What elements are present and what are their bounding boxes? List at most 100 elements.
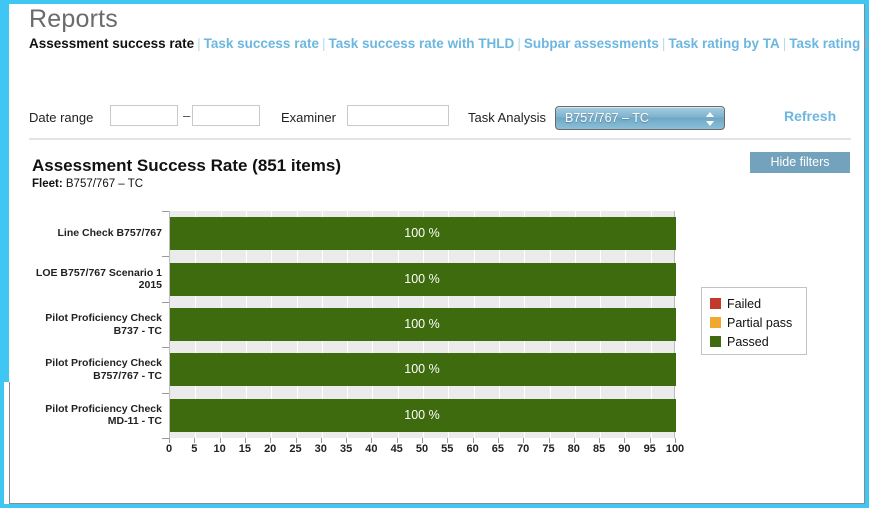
examiner-input[interactable] — [347, 105, 449, 126]
chart-plot-area[interactable]: 100 % 100 % 100 % 100 % 100 % — [169, 211, 676, 438]
chart-x-tick — [523, 438, 525, 443]
chart-category-label: LOE B757/767 Scenario 1 2015 — [17, 267, 162, 292]
chart-x-tick — [472, 438, 474, 443]
chart-x-tick — [320, 438, 322, 443]
fleet-label: Fleet: — [32, 178, 63, 190]
chart-y-tick — [162, 301, 169, 303]
chart-category-label-line: B737 - TC — [113, 324, 162, 337]
chart-x-axis-ticks — [169, 438, 677, 444]
chart-category-label-line: 2015 — [138, 279, 162, 292]
report-content-card: Reports Assessment success rate | Task suc… — [4, 4, 869, 504]
chart-x-tick — [548, 438, 550, 443]
chart-x-tick-label: 35 — [339, 443, 353, 455]
chart-y-tick — [162, 256, 169, 258]
chart-category-labels: Line Check B757/767 LOE B757/767 Scenario… — [14, 211, 162, 438]
nav-link-task-rating-by-ta[interactable]: Task rating by TA — [668, 36, 779, 51]
assessment-success-rate-chart: Line Check B757/767 LOE B757/767 Scenario… — [4, 4, 865, 504]
refresh-link[interactable]: Refresh — [784, 108, 836, 124]
chart-x-tick — [675, 438, 676, 443]
left-accent-stripe — [4, 4, 9, 382]
chart-x-tick-label: 70 — [517, 443, 530, 455]
chart-bar-value-label: 100 % — [404, 317, 440, 331]
chart-x-tick — [599, 438, 601, 443]
chart-subtitle: Fleet: B757/767 – TC — [32, 178, 143, 190]
chart-x-tick-label: 15 — [238, 443, 252, 455]
chart-x-tick-label: 50 — [415, 443, 429, 455]
chart-category-label-line: B757/767 - TC — [93, 369, 162, 382]
chart-y-tick — [162, 438, 169, 439]
report-nav: Assessment success rate | Task success rat… — [29, 33, 869, 54]
report-page-frame: Reports Assessment success rate | Task suc… — [0, 0, 869, 508]
chart-x-tick-label: 90 — [618, 443, 631, 455]
chart-x-tick — [194, 438, 196, 443]
chart-category-label-line: Pilot Proficiency Check — [45, 357, 162, 370]
chart-x-tick — [270, 438, 272, 443]
nav-separator: | — [782, 36, 787, 51]
chart-category-label-line: Pilot Proficiency Check — [45, 402, 162, 415]
right-border-rule — [864, 4, 865, 504]
chart-x-tick — [396, 438, 398, 443]
chart-x-tick — [219, 438, 221, 443]
chart-x-tick-label: 80 — [567, 443, 580, 455]
date-range-dash: – — [183, 108, 191, 123]
nav-separator: | — [197, 36, 201, 51]
chart-y-tick — [162, 392, 169, 394]
legend-item[interactable]: Passed — [710, 332, 806, 351]
nav-link-assessment-success-rate[interactable]: Assessment success rate — [29, 36, 194, 51]
chart-bar-value-label: 100 % — [404, 362, 440, 377]
chart-category-label: Pilot Proficiency Check MD-11 - TC — [17, 403, 162, 428]
chart-x-tick-label: 65 — [491, 443, 505, 455]
chart-x-tick-label: 10 — [213, 443, 226, 455]
examiner-label: Examiner — [281, 110, 336, 125]
chart-x-tick — [447, 438, 449, 443]
chart-bar-value-label: 100 % — [404, 407, 440, 422]
chart-x-tick — [573, 438, 575, 443]
chart-y-tick — [162, 347, 169, 349]
chart-x-tick-label: 5 — [191, 443, 198, 455]
chart-x-tick-label: 0 — [165, 443, 173, 455]
chart-x-tick-label: 75 — [542, 443, 555, 455]
legend-swatch-icon — [710, 336, 721, 347]
chart-x-tick — [497, 438, 499, 443]
chart-x-tick — [295, 438, 297, 443]
chart-x-tick — [169, 438, 170, 443]
chart-x-tick — [244, 438, 246, 443]
legend-label: Passed — [727, 334, 769, 349]
hide-filters-button[interactable]: Hide filters — [750, 152, 850, 173]
chart-x-tick-label: 45 — [390, 443, 403, 455]
date-range-label: Date range — [29, 110, 94, 125]
chart-x-tick — [649, 438, 651, 443]
date-to-input[interactable] — [192, 105, 260, 126]
chart-x-tick-label: 30 — [314, 443, 327, 455]
chart-title: Assessment Success Rate (851 items) — [32, 156, 341, 175]
chart-x-tick — [371, 438, 373, 443]
chart-x-tick-label: 20 — [264, 443, 277, 455]
date-from-input[interactable] — [110, 105, 178, 126]
legend-label: Partial pass — [727, 315, 793, 330]
chart-category-label-line: Line Check B757/767 — [57, 227, 162, 240]
chart-bar-value-label: 100 % — [404, 226, 440, 241]
chevron-updown-icon[interactable] — [706, 111, 715, 127]
legend-item[interactable]: Partial pass — [710, 313, 806, 332]
task-analysis-selected-value: B757/767 – TC — [565, 111, 649, 125]
task-analysis-label: Task Analysis — [468, 110, 547, 125]
legend-item[interactable]: Failed — [710, 294, 806, 313]
chart-category-label-line: Pilot Proficiency Check — [45, 312, 162, 324]
nav-link-task-rating-by-examiner[interactable]: Task rating by examiner — [789, 36, 869, 51]
nav-separator: | — [661, 36, 666, 51]
chart-y-tick — [162, 211, 169, 212]
task-analysis-select[interactable]: B757/767 – TC — [555, 106, 725, 130]
page-title: Reports — [29, 5, 118, 33]
nav-link-subpar-assessments[interactable]: Subpar assessments — [524, 36, 659, 51]
chart-category-label: Pilot Proficiency Check B737 - TC — [17, 312, 162, 337]
chart-x-tick — [624, 438, 626, 443]
chart-x-tick-label: 25 — [289, 443, 302, 455]
chart-x-tick-label: 100 — [665, 443, 685, 455]
chart-x-tick — [422, 438, 423, 443]
chart-x-axis-tick-labels: 0 5 10 15 20 25 30 35 40 45 50 55 60 65 70 75 80 85 90 95 10… — [165, 438, 684, 458]
filter-divider — [29, 138, 851, 140]
legend-swatch-icon — [710, 317, 721, 328]
chart-category-label: Pilot Proficiency Check B757/767 - TC — [17, 357, 162, 382]
nav-link-task-success-rate-with-thld[interactable]: Task success rate with THLD — [328, 36, 514, 51]
nav-link-task-success-rate[interactable]: Task success rate — [204, 36, 319, 51]
